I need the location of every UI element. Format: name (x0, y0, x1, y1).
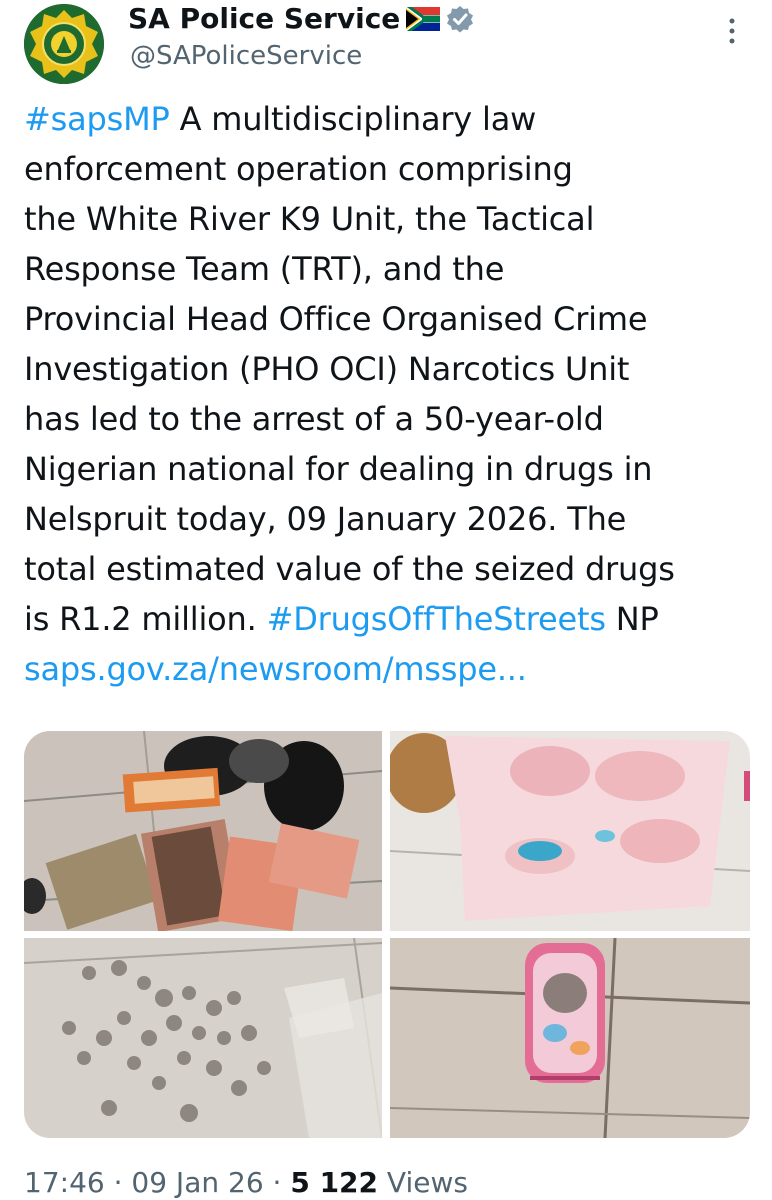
account-name-row: SA Police Service (128, 2, 474, 36)
views-label: Views (378, 1166, 468, 1199)
media-grid (24, 731, 750, 1138)
saps-badge-logo-icon (24, 4, 104, 84)
photo-banknotes[interactable] (24, 731, 382, 931)
tweet-line: total estimated value of the seized drug… (24, 550, 675, 588)
tweet-line: Response Team (TRT), and the (24, 250, 505, 288)
tweet-line: Nelspruit today, 09 January 2026. The (24, 500, 627, 538)
tweet-line: is R1.2 million. #DrugsOffTheStreets NP (24, 600, 659, 638)
tweet-text: #sapsMP A multidisciplinary law enforcem… (24, 94, 749, 694)
tweet-header: SA Police Service @SAPoliceService (0, 0, 772, 90)
hashtag-sapsmp[interactable]: #sapsMP (24, 100, 170, 138)
photo-pink-bag[interactable] (390, 938, 750, 1138)
tweet-meta: 17:46 · 09 Jan 26 · 5 122 Views (24, 1166, 468, 1199)
tweet-line: Nigerian national for dealing in drugs i… (24, 450, 653, 488)
tweet-line: Provincial Head Office Organised Crime (24, 300, 648, 338)
account-handle[interactable]: @SAPoliceService (130, 40, 362, 72)
hashtag-drugsoffthestreets[interactable]: #DrugsOffTheStreets (267, 600, 606, 638)
tweet-line: has led to the arrest of a 50-year-old (24, 400, 604, 438)
newsroom-link[interactable]: saps.gov.za/newsroom/msspe... (24, 644, 749, 694)
avatar[interactable] (24, 4, 104, 84)
tweet-time[interactable]: 17:46 (24, 1166, 105, 1199)
tweet-date[interactable]: 09 Jan 26 (131, 1166, 263, 1199)
tweet-line: enforcement operation comprising (24, 150, 573, 188)
tweet-line: the White River K9 Unit, the Tactical (24, 200, 595, 238)
account-name[interactable]: SA Police Service (128, 2, 400, 36)
tweet-line: #sapsMP A multidisciplinary law (24, 100, 537, 138)
photo-package-paper[interactable] (390, 731, 750, 931)
photo-drug-pellets[interactable] (24, 938, 382, 1138)
tweet-line: Investigation (PHO OCI) Narcotics Unit (24, 350, 630, 388)
verified-badge-icon[interactable] (446, 5, 474, 33)
south-africa-flag-icon (406, 7, 441, 31)
vertical-ellipsis-icon[interactable] (722, 16, 742, 46)
views-count: 5 122 (290, 1166, 379, 1199)
